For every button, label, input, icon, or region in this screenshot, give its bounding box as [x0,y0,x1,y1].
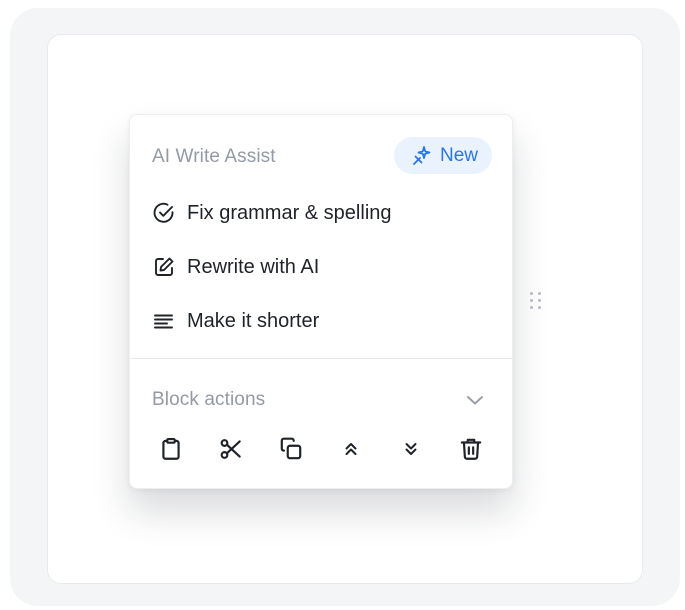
block-context-menu: AI Write Assist New Fix grammar & spelli… [129,114,513,489]
menu-item-rewrite-ai[interactable]: Rewrite with AI [142,245,502,289]
move-down-button[interactable] [391,429,431,469]
chevron-down-icon[interactable] [461,386,489,414]
duplicate-button[interactable] [271,429,311,469]
move-up-button[interactable] [331,429,371,469]
grip-dots-icon[interactable] [529,291,543,311]
menu-item-label: Make it shorter [187,309,320,332]
new-badge: New [394,137,492,174]
block-action-toolbar [146,429,496,469]
cut-button[interactable] [211,429,251,469]
double-chevron-up-icon [345,443,357,455]
ai-section-title: AI Write Assist [152,146,276,167]
edit-square-icon [152,254,178,280]
menu-item-label: Rewrite with AI [187,255,320,278]
clipboard-button[interactable] [151,429,191,469]
menu-item-label: Fix grammar & spelling [187,201,392,224]
check-circle-icon [152,200,178,226]
delete-button[interactable] [451,429,491,469]
clipboard-icon [162,437,180,460]
align-left-lines-icon [152,308,178,334]
copy-icon [280,437,302,460]
trash-icon [460,438,482,460]
section-divider [130,358,512,359]
sparkle-pin-icon [413,145,431,165]
menu-item-make-shorter[interactable]: Make it shorter [142,299,502,343]
block-section-title: Block actions [152,389,266,410]
double-chevron-down-icon [405,443,417,455]
scissors-icon [220,439,241,459]
new-badge-label: New [439,144,478,166]
menu-item-fix-grammar[interactable]: Fix grammar & spelling [142,191,502,235]
